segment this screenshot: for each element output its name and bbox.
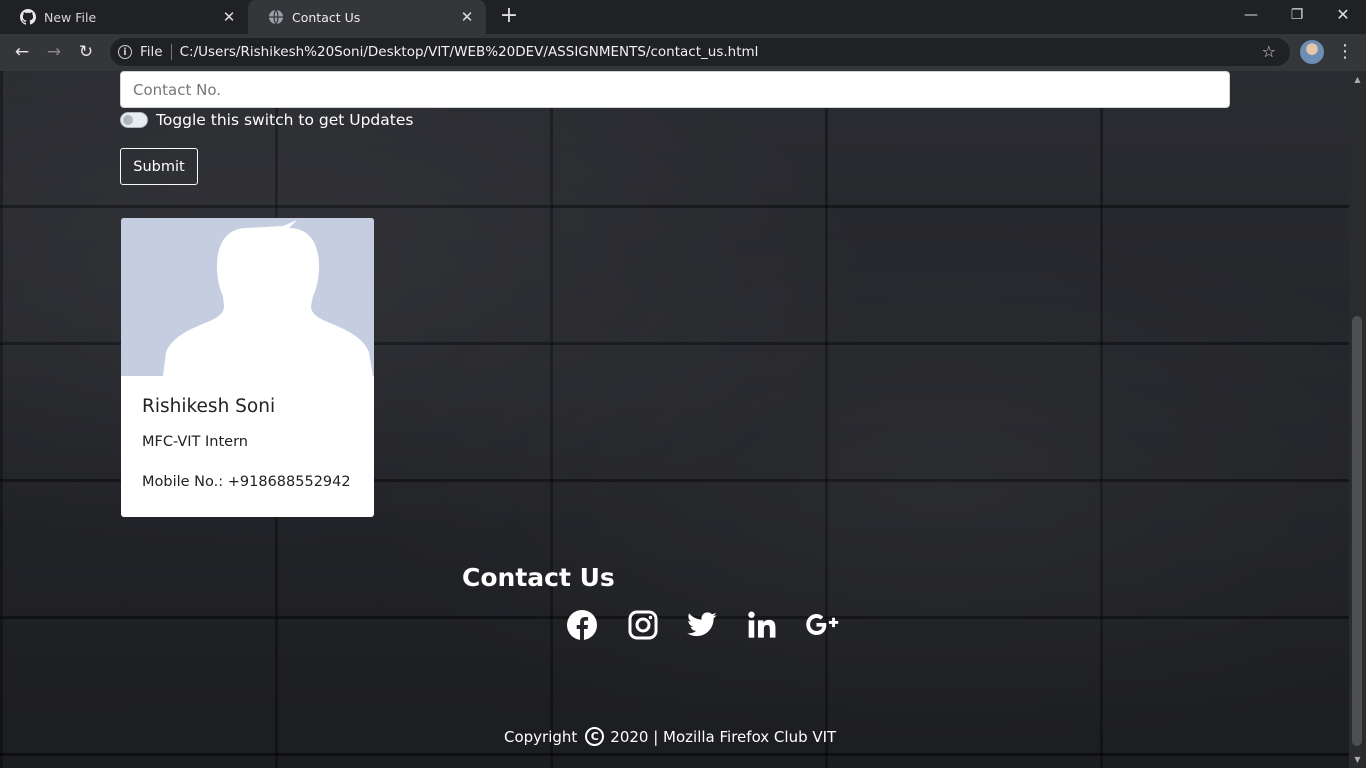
close-tab-icon[interactable]: ✕ <box>220 8 238 26</box>
forward-icon[interactable]: → <box>42 40 66 64</box>
profile-avatar[interactable] <box>1300 40 1324 64</box>
card-mobile: Mobile No.: +918688552942 <box>142 474 351 490</box>
address-bar[interactable]: i File C:/Users/Rishikesh%20Soni/Desktop… <box>110 38 1290 66</box>
address-scheme: File <box>140 44 163 60</box>
tab-title: New File <box>44 9 97 25</box>
card-name: Rishikesh Soni <box>142 396 276 417</box>
tab-title: Contact Us <box>292 9 361 25</box>
vertical-scrollbar[interactable]: ▲ ▼ <box>1349 71 1366 768</box>
bookmark-star-icon[interactable]: ☆ <box>1262 42 1276 61</box>
scroll-up-icon[interactable]: ▲ <box>1349 75 1366 84</box>
updates-toggle-row: Toggle this switch to get Updates <box>120 109 413 131</box>
reload-icon[interactable]: ↻ <box>74 40 98 64</box>
contact-number-input[interactable] <box>120 71 1230 108</box>
address-url[interactable]: C:/Users/Rishikesh%20Soni/Desktop/VIT/WE… <box>180 44 759 60</box>
browser-toolbar: ← → ↻ i File C:/Users/Rishikesh%20Soni/D… <box>0 34 1366 71</box>
github-icon <box>20 9 36 25</box>
person-placeholder-icon <box>121 218 374 376</box>
instagram-icon[interactable] <box>627 609 661 643</box>
card-role: MFC-VIT Intern <box>142 434 248 450</box>
submit-button[interactable]: Submit <box>120 148 198 185</box>
profile-card: Rishikesh Soni MFC-VIT Intern Mobile No.… <box>121 218 374 517</box>
toggle-label: Toggle this switch to get Updates <box>156 111 414 129</box>
scroll-down-icon[interactable]: ▼ <box>1349 755 1366 764</box>
copyright-icon: C <box>585 727 605 746</box>
copyright-prefix: Copyright <box>504 727 578 746</box>
close-tab-icon[interactable]: ✕ <box>458 8 476 26</box>
tab-strip: New File ✕ Contact Us ✕ + — ❐ ✕ <box>0 0 1366 34</box>
close-window-icon[interactable]: ✕ <box>1320 0 1366 30</box>
twitter-icon[interactable] <box>686 609 720 643</box>
info-icon[interactable]: i <box>118 45 132 59</box>
updates-toggle-switch[interactable] <box>120 112 148 128</box>
new-tab-icon[interactable]: + <box>498 5 520 27</box>
copyright-suffix: 2020 | Mozilla Firefox Club VIT <box>610 727 837 746</box>
minimize-icon[interactable]: — <box>1228 0 1274 30</box>
tab-contact-us[interactable]: Contact Us ✕ <box>248 0 486 34</box>
restore-icon[interactable]: ❐ <box>1274 0 1320 30</box>
page-viewport: Toggle this switch to get Updates Submit… <box>0 71 1349 768</box>
google-plus-icon[interactable] <box>804 609 844 643</box>
tab-new-file[interactable]: New File ✕ <box>0 0 248 34</box>
footer-title: Contact Us <box>462 563 615 592</box>
menu-icon[interactable]: ⋮ <box>1336 40 1354 64</box>
address-divider <box>170 44 172 60</box>
facebook-icon[interactable] <box>566 609 600 643</box>
globe-icon <box>268 9 284 25</box>
back-icon[interactable]: ← <box>10 40 34 64</box>
linkedin-icon[interactable] <box>746 609 780 643</box>
copyright-text: Copyright C 2020 | Mozilla Firefox Club … <box>504 727 836 746</box>
scrollbar-thumb[interactable] <box>1352 316 1362 746</box>
